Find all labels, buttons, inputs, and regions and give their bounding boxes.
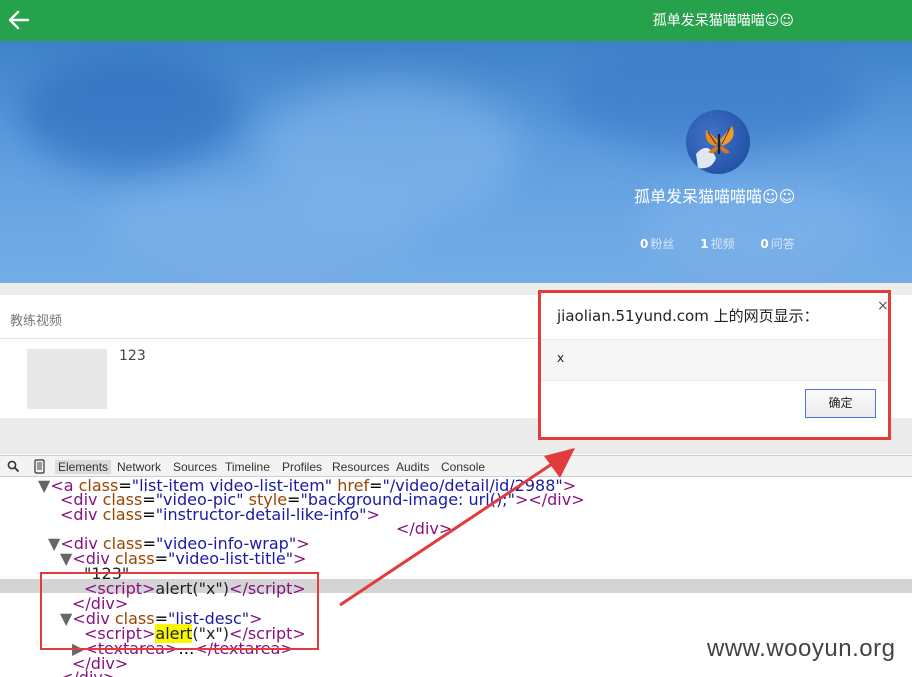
fans-label[interactable]: 粉丝	[650, 237, 674, 251]
tab-elements[interactable]: Elements	[55, 460, 112, 474]
alert-message: x	[557, 351, 565, 365]
tab-network[interactable]: Network	[117, 460, 161, 474]
close-icon[interactable]: ×	[877, 298, 889, 314]
fans-count: 0	[640, 237, 649, 251]
videos-label[interactable]: 视频	[711, 237, 735, 251]
tab-sources[interactable]: Sources	[173, 460, 217, 474]
profile-stats: 0 粉丝 1 视频 0 问答	[640, 235, 817, 252]
divider	[0, 338, 540, 339]
videos-count: 1	[700, 237, 709, 251]
section-title: 教练视频	[10, 314, 63, 329]
qa-count: 0	[760, 237, 769, 251]
page-title: 孤单发呆猫喵喵喵☺☺	[652, 13, 794, 29]
alert-dialog-title: jiaolian.51yund.com 上的网页显示：	[557, 307, 819, 325]
watermark: www.wooyun.org	[707, 635, 896, 662]
device-mode-icon[interactable]	[34, 459, 45, 474]
tab-timeline[interactable]: Timeline	[225, 460, 270, 474]
highlight-box	[40, 572, 319, 650]
profile-name: 孤单发呆猫喵喵喵☺☺	[634, 187, 796, 206]
search-icon[interactable]	[7, 460, 20, 473]
annotation-arrow	[339, 448, 575, 607]
video-title[interactable]: 123	[119, 348, 146, 364]
avatar[interactable]	[686, 110, 750, 174]
butterfly-icon	[696, 126, 734, 169]
top-bar: 孤单发呆猫喵喵喵☺☺	[0, 0, 912, 41]
qa-label[interactable]: 问答	[771, 237, 795, 251]
arrow-left-icon[interactable]	[6, 7, 32, 33]
code-line[interactable]: </div>	[60, 668, 116, 677]
alert-dialog-body	[541, 339, 888, 381]
ok-button[interactable]: 确定	[805, 389, 876, 418]
tab-profiles[interactable]: Profiles	[282, 460, 322, 474]
video-thumbnail[interactable]	[27, 349, 107, 409]
